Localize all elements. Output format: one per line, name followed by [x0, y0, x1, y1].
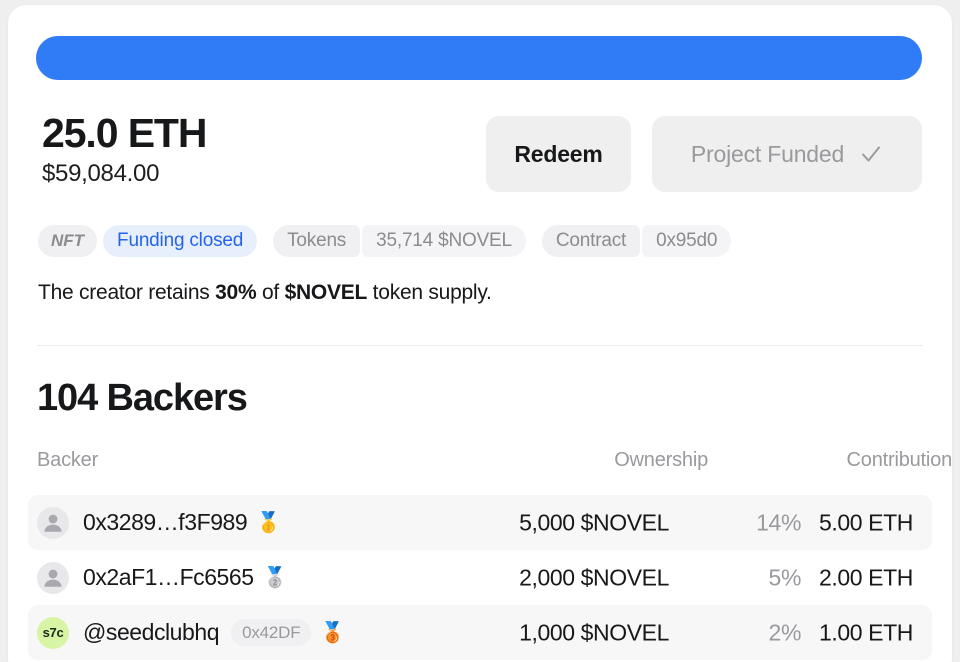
note-middle: of [256, 281, 285, 304]
backer-name[interactable]: @seedclubhq [83, 619, 220, 646]
creator-retention-note: The creator retains 30% of $NOVEL token … [38, 281, 492, 305]
cell-ownership-percent: 2% [768, 619, 802, 645]
avatar-initials: s7c [42, 625, 64, 640]
note-suffix: token supply. [367, 281, 492, 304]
column-header-ownership: Ownership [614, 449, 708, 471]
table-row[interactable]: s7c @seedclubhq 0x42DF 🥉 1,000 $NOVEL 2% 1.00 … [28, 605, 932, 660]
rank-medal-icon: 🥉 [320, 621, 346, 644]
tag-nft: NFT [38, 225, 98, 257]
backer-name[interactable]: 0x2aF1…Fc6565 [83, 564, 254, 591]
tag-contract-group[interactable]: Contract 0x95d0 [541, 225, 732, 257]
cell-contribution: 1.00 ETH [819, 619, 913, 645]
row-values: 5,000 $NOVEL 14% 5.00 ETH [413, 495, 913, 550]
project-card: 25.0 ETH $59,084.00 Redeem Project Funde… [8, 5, 952, 662]
tag-row: NFT Funding closed Tokens 35,714 $NOVEL … [38, 225, 732, 257]
backers-heading: 104 Backers [37, 377, 248, 419]
amount-block: 25.0 ETH $59,084.00 [42, 109, 207, 189]
avatar [37, 561, 69, 594]
amount-usd: $59,084.00 [42, 160, 160, 187]
tag-contract-value[interactable]: 0x95d0 [642, 225, 732, 257]
amount-actions-row: 25.0 ETH $59,084.00 Redeem Project Funde… [36, 109, 922, 201]
column-header-contribution: Contribution [846, 449, 952, 471]
rank-medal-icon: 🥈 [262, 566, 288, 589]
action-buttons: Redeem Project Funded [486, 116, 922, 192]
tag-tokens-group: Tokens 35,714 $NOVEL [273, 225, 526, 257]
funding-progress-fill [36, 36, 922, 80]
tag-tokens-value: 35,714 $NOVEL [362, 225, 526, 257]
person-icon [44, 514, 62, 532]
page-background: 25.0 ETH $59,084.00 Redeem Project Funde… [0, 0, 960, 662]
cell-ownership-percent: 5% [768, 564, 802, 590]
cell-ownership-percent: 14% [756, 509, 801, 535]
backer-address-pill[interactable]: 0x42DF [231, 619, 312, 646]
table-row[interactable]: 0x2aF1…Fc6565 🥈 2,000 $NOVEL 5% 2.00 ETH [28, 550, 932, 605]
table-row[interactable]: 0x3289…f3F989 🥇 5,000 $NOVEL 14% 5.00 ETH [28, 495, 932, 550]
project-funded-label: Project Funded [690, 140, 845, 167]
cell-tokens: 5,000 $NOVEL [519, 509, 669, 535]
rank-medal-icon: 🥇 [256, 511, 282, 534]
project-funded-status-button: Project Funded [652, 116, 922, 192]
funding-progress-bar [36, 36, 922, 80]
tag-contract-label: Contract [541, 225, 641, 257]
tag-funding-status: Funding closed [103, 225, 258, 257]
cell-tokens: 2,000 $NOVEL [519, 564, 669, 590]
cell-contribution: 5.00 ETH [819, 509, 913, 535]
column-header-backer: Backer [37, 449, 99, 471]
cell-tokens: 1,000 $NOVEL [519, 619, 669, 645]
note-token: $NOVEL [284, 281, 368, 304]
redeem-button[interactable]: Redeem [486, 116, 631, 192]
avatar [37, 506, 69, 539]
note-percent: 30% [215, 281, 257, 304]
avatar: s7c [37, 616, 69, 649]
section-divider [37, 345, 923, 346]
person-icon [44, 569, 62, 587]
cell-contribution: 2.00 ETH [819, 564, 913, 590]
amount-eth: 25.0 ETH [42, 110, 207, 156]
row-values: 1,000 $NOVEL 2% 1.00 ETH [413, 605, 913, 660]
row-values: 2,000 $NOVEL 5% 2.00 ETH [413, 550, 913, 605]
backers-table-header: Backer Ownership Contribution [8, 449, 952, 495]
note-prefix: The creator retains [38, 281, 216, 304]
check-icon [859, 142, 883, 166]
tag-tokens-label: Tokens [273, 225, 361, 257]
backers-table-body: 0x3289…f3F989 🥇 5,000 $NOVEL 14% 5.00 ETH 0x2… [8, 495, 952, 660]
backers-table: Backer Ownership Contribution 0x3289…f3F… [8, 449, 952, 660]
backer-name[interactable]: 0x3289…f3F989 [83, 509, 248, 536]
